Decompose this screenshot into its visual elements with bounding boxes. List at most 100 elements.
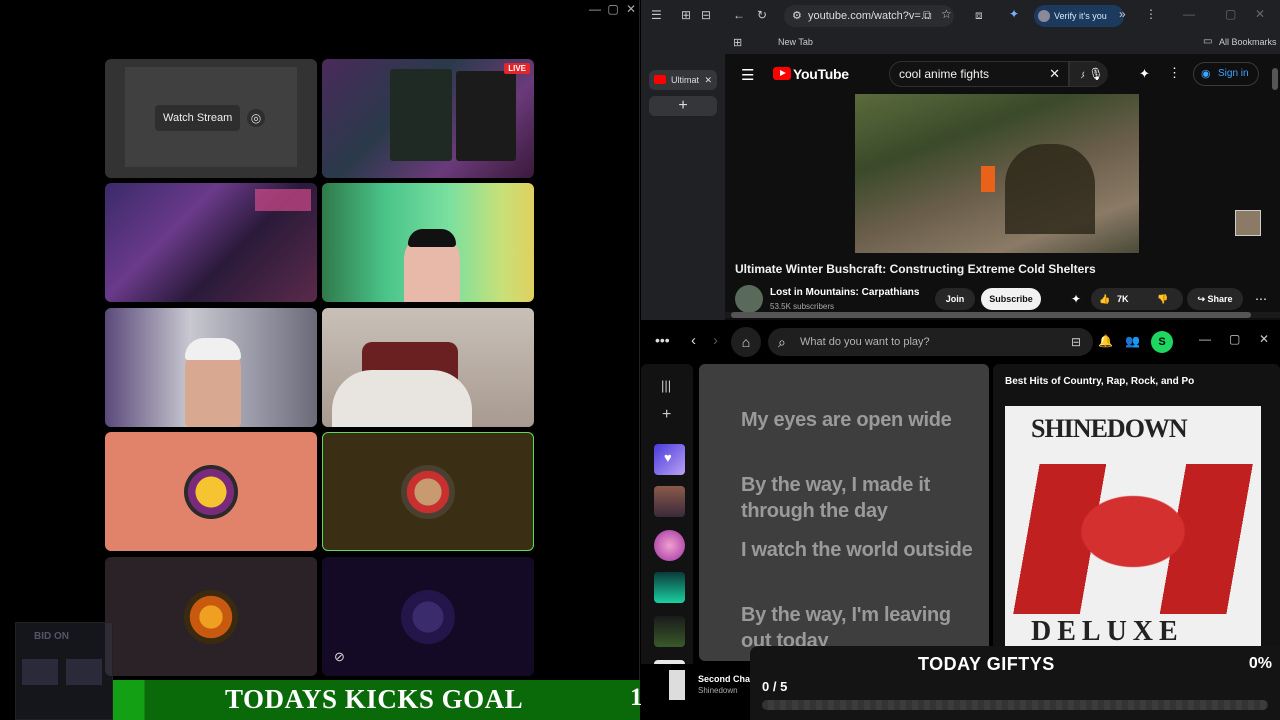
menu-icon[interactable]: ☰: [741, 66, 754, 84]
library-item[interactable]: [654, 572, 685, 603]
track-title[interactable]: Second Chan: [698, 674, 756, 684]
verify-label: Verify it's you: [1054, 11, 1107, 21]
spotify-search-input[interactable]: ⌕ What do you want to play? ⊟: [768, 328, 1093, 356]
track-artist[interactable]: Shinedown: [698, 686, 738, 695]
home-icon[interactable]: ⌂: [731, 327, 761, 357]
bookmark-star-icon[interactable]: ☆: [941, 7, 952, 21]
maximize-icon[interactable]: ▢: [1225, 7, 1236, 21]
cast-icon[interactable]: ⧉: [923, 8, 932, 23]
forward-icon[interactable]: ›: [713, 332, 718, 349]
sidebar-toggle-icon[interactable]: ☰: [651, 8, 662, 22]
gemini-icon[interactable]: ✦: [1009, 7, 1019, 21]
sign-in-button[interactable]: ◉ Sign in: [1193, 62, 1259, 86]
tab-youtube[interactable]: Ultimat ✕: [649, 70, 717, 90]
audio-tile-2-speaking[interactable]: [322, 432, 534, 551]
camera-tile-3[interactable]: [105, 308, 317, 427]
mic-icon[interactable]: 🎙: [1084, 62, 1108, 86]
browser-menu-icon[interactable]: ⋮: [1145, 7, 1157, 21]
lyrics-panel: My eyes are open wide By the way, I made…: [699, 364, 989, 661]
maximize-icon[interactable]: ▢: [1229, 332, 1240, 346]
search-input[interactable]: cool anime fights ✕: [889, 61, 1069, 87]
tab-grid-icon[interactable]: ⊞: [681, 8, 691, 22]
gift-progress-bar: [762, 700, 1268, 710]
dislike-icon[interactable]: 👎: [1157, 288, 1168, 310]
live-badge: LIVE: [504, 63, 530, 74]
channel-avatar[interactable]: [735, 285, 763, 313]
create-icon[interactable]: +: [662, 406, 671, 424]
bookmarks-bar: ⊞ New Tab ▭ All Bookmarks: [725, 32, 1280, 54]
all-bookmarks[interactable]: All Bookmarks: [1219, 37, 1277, 47]
stream-tile-2[interactable]: LIVE: [322, 59, 534, 178]
gift-count: 0 / 5: [762, 679, 788, 694]
apps-icon[interactable]: ⊞: [733, 36, 742, 49]
close-icon[interactable]: ✕: [1255, 7, 1265, 21]
youtube-logo[interactable]: YouTube: [773, 66, 849, 82]
spotify-menu-icon[interactable]: •••: [655, 332, 670, 348]
audio-tile-4[interactable]: ⊘: [322, 557, 534, 676]
like-icon[interactable]: 👍: [1099, 288, 1110, 310]
close-icon[interactable]: ✕: [1259, 332, 1269, 346]
new-tab-button[interactable]: +: [649, 96, 717, 116]
minimize-icon[interactable]: —: [1183, 7, 1195, 21]
scrollbar[interactable]: [1272, 68, 1278, 90]
notifications-icon[interactable]: 🔔: [1098, 334, 1113, 348]
subscribe-button[interactable]: Subscribe: [981, 288, 1041, 310]
more-actions-icon[interactable]: ⋯: [1255, 292, 1267, 306]
camera-tile-1[interactable]: [105, 183, 317, 302]
join-button[interactable]: Join: [935, 288, 975, 310]
watch-stream-button[interactable]: Watch Stream: [155, 105, 241, 131]
share-button[interactable]: ↪ Share: [1187, 288, 1243, 310]
browse-icon[interactable]: ⊟: [1071, 328, 1081, 356]
camera-tile-4[interactable]: [322, 308, 534, 427]
minimize-icon[interactable]: —: [1199, 332, 1211, 346]
youtube-page: ☰ YouTube cool anime fights ✕ ⌕ 🎙 ✦ ⋮ ◉ …: [725, 54, 1280, 320]
bid-slot: [22, 659, 58, 685]
tab-search-icon[interactable]: ⊟: [701, 8, 711, 22]
channel-watermark[interactable]: [1235, 210, 1261, 236]
search-value: cool anime fights: [899, 67, 990, 81]
bid-slot: [66, 659, 102, 685]
profile-avatar[interactable]: S: [1151, 331, 1173, 353]
lyric-line[interactable]: By the way, I made it through the day: [741, 472, 981, 524]
back-icon[interactable]: ←: [733, 8, 745, 22]
album-cover[interactable]: SHINEDOWN DELUXE: [1005, 406, 1261, 646]
library-item[interactable]: [654, 486, 685, 517]
more-icon[interactable]: ⋮: [1168, 65, 1181, 81]
liked-songs-item[interactable]: ♥: [654, 444, 685, 475]
horizontal-scrollbar[interactable]: [725, 312, 1280, 318]
audio-tile-3[interactable]: [105, 557, 317, 676]
gemini-ask-icon[interactable]: ✦: [1071, 292, 1081, 306]
browser-toolbar: ☰ ⊞ ⊟ ← ↻ ⚙ youtube.com/watch?v=... ⧉ ☆ …: [641, 0, 1280, 32]
hat: [185, 338, 241, 360]
friend-activity-icon[interactable]: 👥: [1125, 334, 1140, 348]
reload-icon[interactable]: ↻: [757, 8, 767, 22]
stream-tile-1[interactable]: Watch Stream ◎: [105, 59, 317, 178]
bookmark-new-tab[interactable]: New Tab: [778, 37, 813, 47]
clear-search-icon[interactable]: ✕: [1049, 62, 1060, 86]
goal-label: TODAYS KICKS GOAL: [225, 684, 524, 714]
video-player[interactable]: [855, 94, 1139, 253]
channel-name[interactable]: Lost in Mountains: Carpathians: [770, 287, 919, 298]
verify-button[interactable]: Verify it's you: [1034, 5, 1124, 27]
maximize-button[interactable]: ▢: [604, 2, 622, 16]
library-item[interactable]: [654, 616, 685, 647]
track-thumbnail[interactable]: [669, 670, 685, 700]
call-window: — ▢ ✕ Watch Stream ◎ LIVE ⊘ BID ON TODAY…: [0, 0, 680, 720]
lyric-line[interactable]: I watch the world outside: [741, 537, 981, 563]
library-item[interactable]: [654, 530, 685, 561]
close-button[interactable]: ✕: [622, 2, 640, 16]
back-icon[interactable]: ‹: [691, 332, 696, 349]
minimize-button[interactable]: —: [586, 2, 604, 16]
lyric-line[interactable]: My eyes are open wide: [741, 407, 981, 433]
library-icon[interactable]: |||: [661, 378, 671, 393]
extensions-icon[interactable]: ⧈: [975, 8, 983, 23]
more-tabs-icon[interactable]: »: [1119, 7, 1126, 21]
tab-close-icon[interactable]: ✕: [704, 70, 712, 90]
playlist-title[interactable]: Best Hits of Country, Rap, Rock, and Po: [1005, 376, 1194, 387]
watch-stream-icon[interactable]: ◎: [247, 109, 265, 127]
camera-tile-2[interactable]: [322, 183, 534, 302]
gemini-extension-icon[interactable]: ✦: [1139, 66, 1150, 82]
audio-tile-1[interactable]: [105, 432, 317, 551]
site-info-icon[interactable]: ⚙: [792, 5, 802, 27]
gift-goal-overlay: TODAY GIFTYS 0% 0 / 5: [750, 646, 1280, 720]
